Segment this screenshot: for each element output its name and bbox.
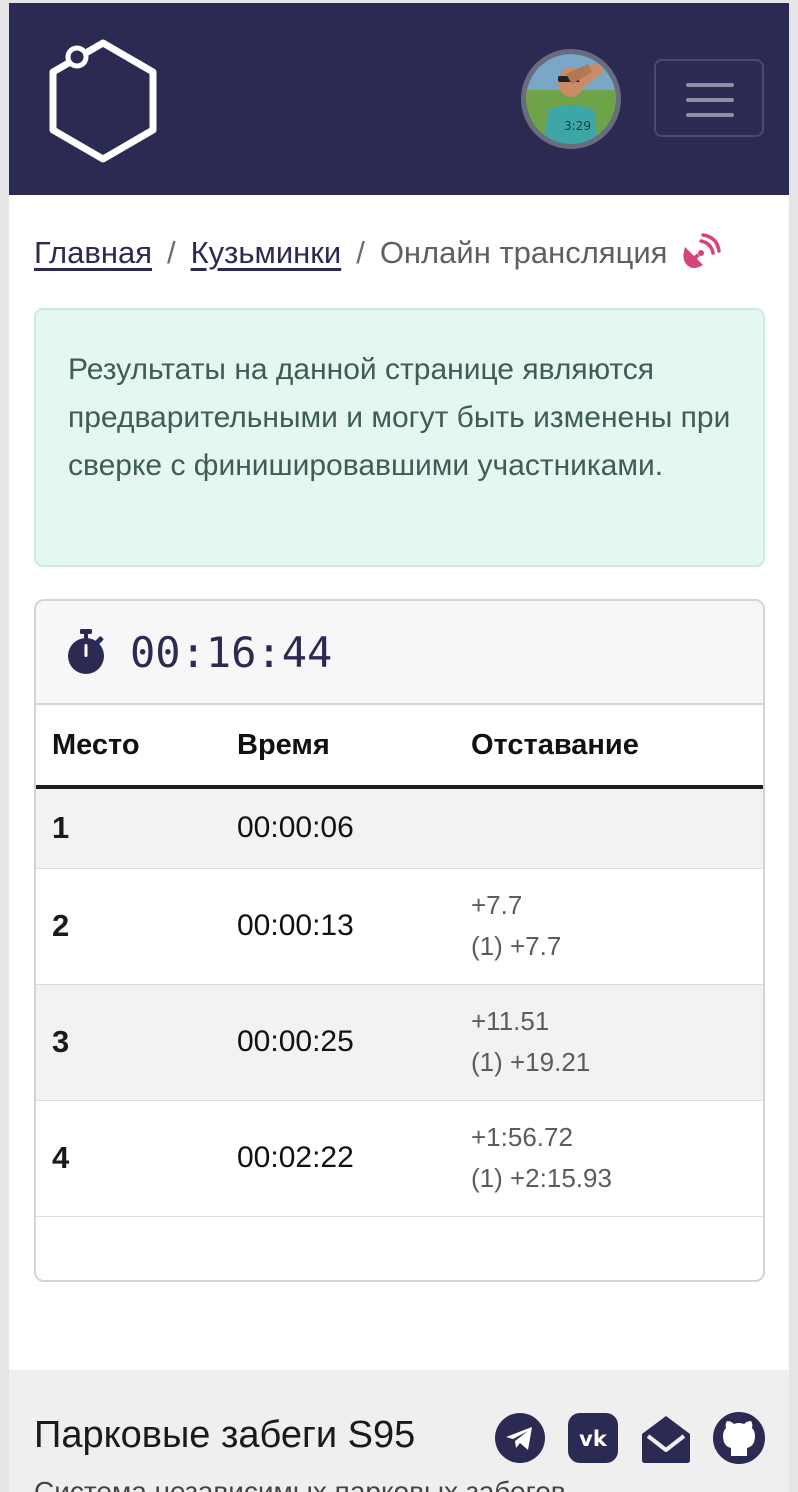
results-card: 00:16:44 Место Время Отставание 1 00:00:… xyxy=(34,599,765,1282)
gap-value: +1:56.72 xyxy=(471,1122,573,1152)
telegram-icon[interactable] xyxy=(494,1412,546,1464)
elapsed-timer: 00:16:44 xyxy=(130,627,333,677)
gap-total: (1) +19.21 xyxy=(471,1047,591,1077)
vk-icon[interactable]: vk xyxy=(567,1412,619,1464)
gap-total: (1) +2:15.93 xyxy=(471,1163,612,1193)
place-cell: 3 xyxy=(36,984,221,1101)
table-row: 4 00:02:22 +1:56.72 (1) +2:15.93 xyxy=(36,1100,763,1217)
footer: Парковые забеги S95 vk Система независим… xyxy=(9,1370,789,1492)
svg-text:3:29: 3:29 xyxy=(564,119,591,133)
table-row: 2 00:00:13 +7.7 (1) +7.7 xyxy=(36,868,763,985)
gap-value: +11.51 xyxy=(471,1006,550,1036)
gap-total: (1) +7.7 xyxy=(471,931,562,961)
footer-subtitle: Система независимых парковых забегов xyxy=(34,1476,566,1492)
svg-text:vk: vk xyxy=(579,1427,608,1451)
page: 3:29 Главная / Кузьминки / Онлайн трансл… xyxy=(9,3,789,1492)
column-header-gap: Отставание xyxy=(455,705,763,789)
hexagon-logo-icon[interactable] xyxy=(45,39,161,163)
column-header-time: Время xyxy=(221,705,455,789)
footer-title: Парковые забеги S95 xyxy=(34,1414,416,1456)
alert-text: Результаты на данной странице являются п… xyxy=(68,353,731,482)
github-icon[interactable] xyxy=(713,1412,765,1464)
place-cell: 2 xyxy=(36,868,221,985)
place-cell: 4 xyxy=(36,1100,221,1217)
mail-icon[interactable] xyxy=(640,1412,692,1464)
breadcrumb-current: Онлайн трансляция xyxy=(379,235,668,270)
navbar: 3:29 xyxy=(9,3,789,195)
gap-cell: +7.7 (1) +7.7 xyxy=(455,868,763,985)
table-row: 1 00:00:06 xyxy=(36,787,763,869)
info-alert: Результаты на данной странице являются п… xyxy=(34,308,765,567)
gap-cell: +1:56.72 (1) +2:15.93 xyxy=(455,1100,763,1217)
user-avatar[interactable]: 3:29 xyxy=(521,49,621,149)
time-cell: 00:00:06 xyxy=(221,787,455,869)
time-cell: 00:00:13 xyxy=(221,868,455,985)
table-header-row: Место Время Отставание xyxy=(36,705,763,789)
gap-value: +7.7 xyxy=(471,890,523,920)
breadcrumb-separator: / xyxy=(356,235,365,270)
gap-cell: +11.51 (1) +19.21 xyxy=(455,984,763,1101)
results-table: Место Время Отставание 1 00:00:06 2 00:0… xyxy=(36,705,763,1217)
breadcrumb-home-link[interactable]: Главная xyxy=(34,235,152,271)
column-header-place: Место xyxy=(36,705,221,789)
breadcrumb-separator: / xyxy=(167,235,176,270)
place-cell: 1 xyxy=(36,787,221,869)
breadcrumb-park-link[interactable]: Кузьминки xyxy=(191,235,342,271)
gap-cell xyxy=(455,787,763,869)
hamburger-icon[interactable] xyxy=(654,59,764,137)
breadcrumb: Главная / Кузьминки / Онлайн трансляция xyxy=(34,231,722,275)
time-cell: 00:00:25 xyxy=(221,984,455,1101)
broadcast-icon xyxy=(683,233,722,268)
card-header: 00:16:44 xyxy=(36,601,763,705)
table-row: 3 00:00:25 +11.51 (1) +19.21 xyxy=(36,984,763,1101)
stopwatch-icon xyxy=(68,629,104,674)
time-cell: 00:02:22 xyxy=(221,1100,455,1217)
